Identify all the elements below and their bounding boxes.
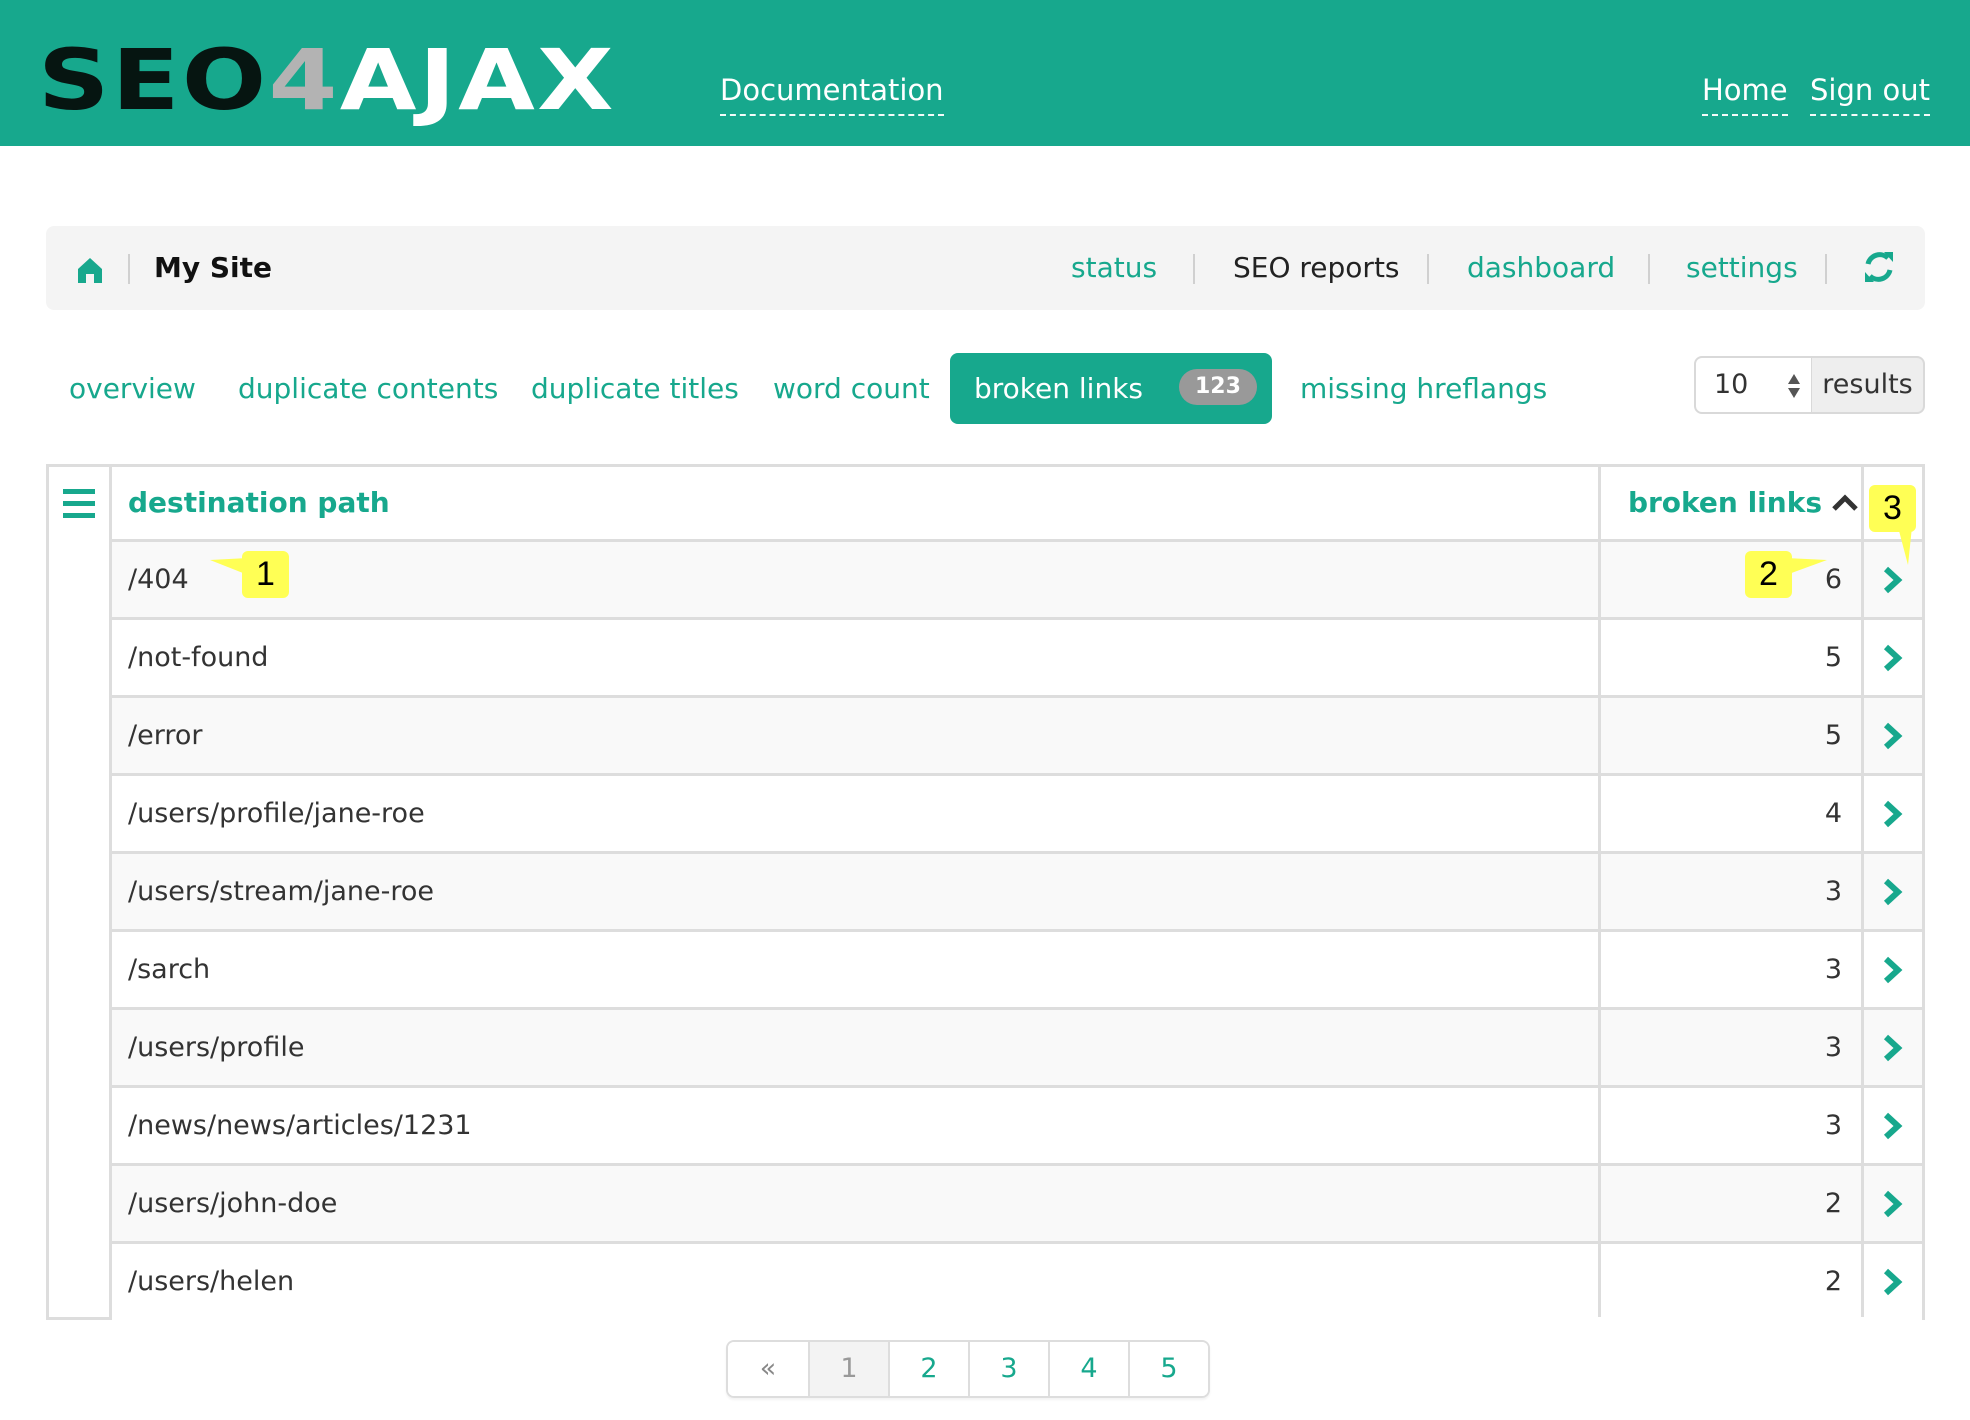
table-row[interactable]: /not-found 5 [112, 620, 1922, 698]
select-updown-icon [1788, 374, 1800, 398]
column-toggle-column [49, 467, 112, 1317]
nav-dashboard[interactable]: dashboard [1467, 248, 1615, 288]
nav-divider [1648, 254, 1650, 284]
broken-links-count-cell: 3 [1824, 1032, 1842, 1063]
page-size-select[interactable]: 10 [1694, 356, 1813, 414]
chevron-right-icon[interactable] [1882, 722, 1904, 750]
broken-links-count-cell: 3 [1824, 876, 1842, 907]
destination-path-cell: /users/stream/jane-roe [128, 876, 435, 907]
column-header-broken-links-label: broken links [1627, 486, 1822, 519]
table-row[interactable]: /error 5 [112, 698, 1922, 776]
chevron-right-icon[interactable] [1882, 644, 1904, 672]
broken-links-count-cell: 5 [1824, 720, 1842, 751]
tab-missing-hreflangs[interactable]: missing hreflangs [1300, 353, 1547, 424]
tab-duplicate-contents[interactable]: duplicate contents [238, 353, 498, 424]
pagination-page-1[interactable]: 1 [808, 1342, 888, 1396]
broken-links-count-cell: 2 [1824, 1266, 1842, 1297]
table-body: /404 6/not-found 5/error 5/users/profile/ja… [112, 542, 1922, 1322]
breadcrumb: My Site status SEO reports dashboard set… [46, 226, 1925, 310]
destination-path-cell: /users/profile [128, 1032, 305, 1063]
column-header-broken-links[interactable]: broken links [1628, 483, 1858, 523]
callout-1-label: 1 [242, 551, 289, 598]
chevron-right-icon[interactable] [1882, 878, 1904, 906]
refresh-icon[interactable] [1862, 249, 1896, 285]
table-row[interactable]: /users/john-doe 2 [112, 1166, 1922, 1244]
pagination-page-4[interactable]: 4 [1048, 1342, 1128, 1396]
nav-divider [1825, 254, 1827, 284]
broken-links-count-cell: 6 [1824, 564, 1842, 595]
chevron-right-icon[interactable] [1882, 956, 1904, 984]
nav-status[interactable]: status [1071, 248, 1157, 288]
destination-path-cell: /news/news/articles/1231 [128, 1110, 472, 1141]
logo-seo: SEO [38, 31, 269, 129]
breadcrumb-divider [128, 254, 130, 284]
column-header-destination-path[interactable]: destination path [128, 483, 390, 523]
top-navbar: SEO4AJAX Documentation Home Sign out [0, 0, 1970, 146]
tab-broken-links-label: broken links [974, 372, 1143, 405]
destination-path-cell: /error [128, 720, 203, 751]
broken-links-count-cell: 4 [1824, 798, 1842, 829]
logo-four: 4 [268, 31, 340, 129]
chevron-right-icon[interactable] [1882, 800, 1904, 828]
callout-3-label: 3 [1869, 485, 1916, 532]
site-name: My Site [154, 251, 273, 284]
logo-ajax: AJAX [339, 31, 616, 129]
home-link[interactable]: Home [1702, 72, 1788, 116]
destination-path-cell: /users/profile/jane-roe [128, 798, 425, 829]
sign-out-link[interactable]: Sign out [1810, 72, 1930, 116]
tab-overview[interactable]: overview [69, 353, 196, 424]
table-row[interactable]: /users/stream/jane-roe 3 [112, 854, 1922, 932]
destination-path-cell: /users/john-doe [128, 1188, 338, 1219]
nav-seo-reports[interactable]: SEO reports [1233, 248, 1400, 288]
page-size-value: 10 [1714, 369, 1749, 400]
pagination-previous[interactable]: « [728, 1342, 808, 1396]
broken-links-table: destination path broken links /404 6/not-… [46, 464, 1925, 1322]
destination-path-cell: /users/helen [128, 1266, 295, 1297]
nav-divider [1427, 254, 1429, 284]
destination-path-cell: /404 [128, 564, 189, 595]
broken-links-count-cell: 2 [1824, 1188, 1842, 1219]
sort-ascending-icon [1832, 494, 1858, 511]
tab-broken-links[interactable]: broken links 123 [950, 353, 1272, 424]
broken-links-count-cell: 5 [1824, 642, 1842, 673]
nav-divider [1193, 254, 1195, 284]
results-addon-label: results [1812, 356, 1925, 414]
chevron-right-icon[interactable] [1882, 566, 1904, 594]
tab-duplicate-titles[interactable]: duplicate titles [531, 353, 739, 424]
destination-path-cell: /not-found [128, 642, 269, 673]
column-divider [1861, 467, 1864, 1317]
pagination-page-5[interactable]: 5 [1128, 1342, 1208, 1396]
column-menu-icon[interactable] [63, 487, 95, 519]
pagination: « 12345 [726, 1340, 1210, 1398]
tab-word-count[interactable]: word count [773, 353, 930, 424]
chevron-right-icon[interactable] [1882, 1190, 1904, 1218]
callout-2-label: 2 [1745, 551, 1792, 598]
table-row[interactable]: /users/profile/jane-roe 4 [112, 776, 1922, 854]
documentation-link[interactable]: Documentation [720, 72, 944, 116]
table-row[interactable]: /sarch 3 [112, 932, 1922, 1010]
table-row[interactable]: /news/news/articles/1231 3 [112, 1088, 1922, 1166]
table-row[interactable]: /404 6 [112, 542, 1922, 620]
table-header: destination path broken links [112, 467, 1922, 542]
table-row[interactable]: /users/helen 2 [112, 1244, 1922, 1322]
column-divider [1598, 467, 1601, 1317]
chevron-right-icon[interactable] [1882, 1034, 1904, 1062]
pagination-page-3[interactable]: 3 [968, 1342, 1048, 1396]
callout-3-pointer [1898, 527, 1912, 565]
table-row[interactable]: /users/profile 3 [112, 1010, 1922, 1088]
nav-settings[interactable]: settings [1686, 248, 1798, 288]
chevron-right-icon[interactable] [1882, 1268, 1904, 1296]
broken-links-count-cell: 3 [1824, 954, 1842, 985]
broken-links-count-badge: 123 [1179, 369, 1257, 405]
home-icon[interactable] [76, 256, 104, 284]
seo4ajax-logo[interactable]: SEO4AJAX [38, 38, 616, 122]
broken-links-count-cell: 3 [1824, 1110, 1842, 1141]
destination-path-cell: /sarch [128, 954, 211, 985]
pagination-page-2[interactable]: 2 [888, 1342, 968, 1396]
chevron-right-icon[interactable] [1882, 1112, 1904, 1140]
